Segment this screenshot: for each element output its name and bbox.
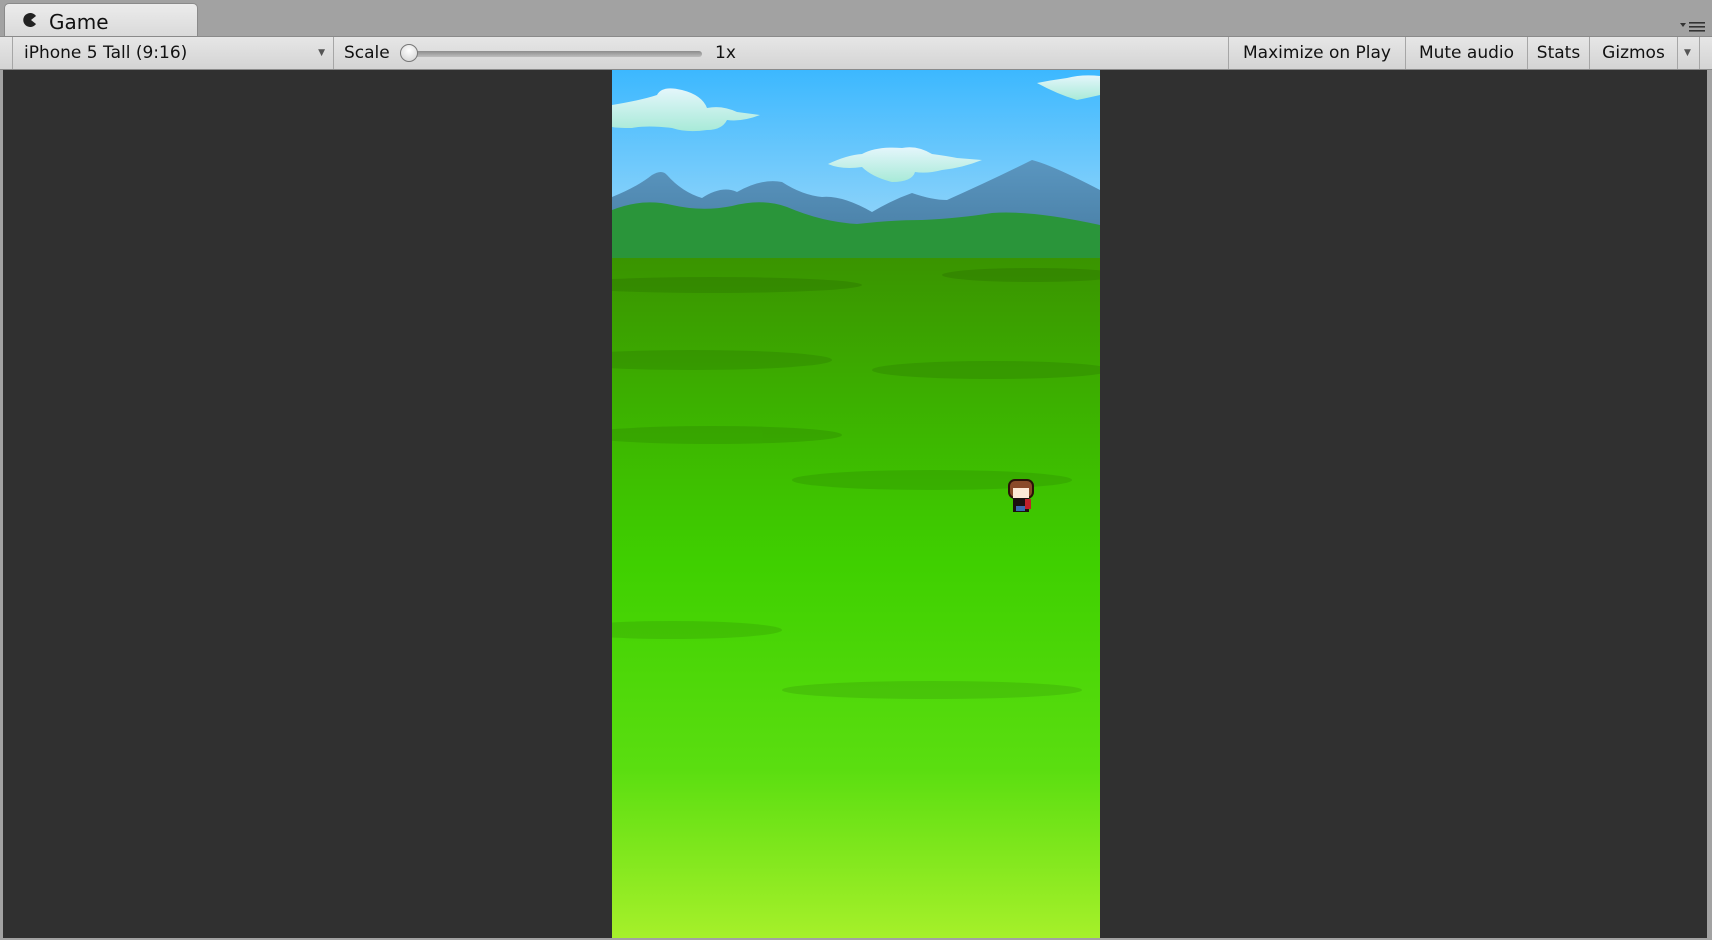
game-view[interactable]: [612, 70, 1100, 938]
tab-game[interactable]: Game: [4, 3, 198, 37]
dropdown-arrow-icon: ▼: [1684, 48, 1691, 58]
pacman-game-icon: [23, 13, 36, 27]
gizmos-dropdown[interactable]: ▼: [1678, 37, 1700, 69]
scale-slider[interactable]: [404, 51, 702, 57]
game-toolbar: iPhone 5 Tall (9:16) ▼ Scale 1x Maximize…: [0, 36, 1712, 70]
scale-slider-thumb[interactable]: [400, 44, 418, 62]
gizmos-toggle[interactable]: Gizmos: [1590, 37, 1678, 69]
mute-audio-toggle[interactable]: Mute audio: [1406, 37, 1528, 69]
maximize-on-play-toggle[interactable]: Maximize on Play: [1228, 37, 1406, 69]
tab-label: Game: [49, 10, 109, 34]
aspect-dropdown[interactable]: iPhone 5 Tall (9:16) ▼: [12, 37, 334, 69]
aspect-dropdown-value: iPhone 5 Tall (9:16): [24, 43, 188, 63]
tab-bar: Game: [0, 0, 1712, 37]
dropdown-arrow-icon: ▼: [318, 48, 325, 58]
scale-label: Scale: [344, 43, 390, 63]
stats-toggle[interactable]: Stats: [1528, 37, 1590, 69]
scale-value: 1x: [715, 43, 736, 63]
panel-menu-icon[interactable]: [1680, 20, 1706, 32]
